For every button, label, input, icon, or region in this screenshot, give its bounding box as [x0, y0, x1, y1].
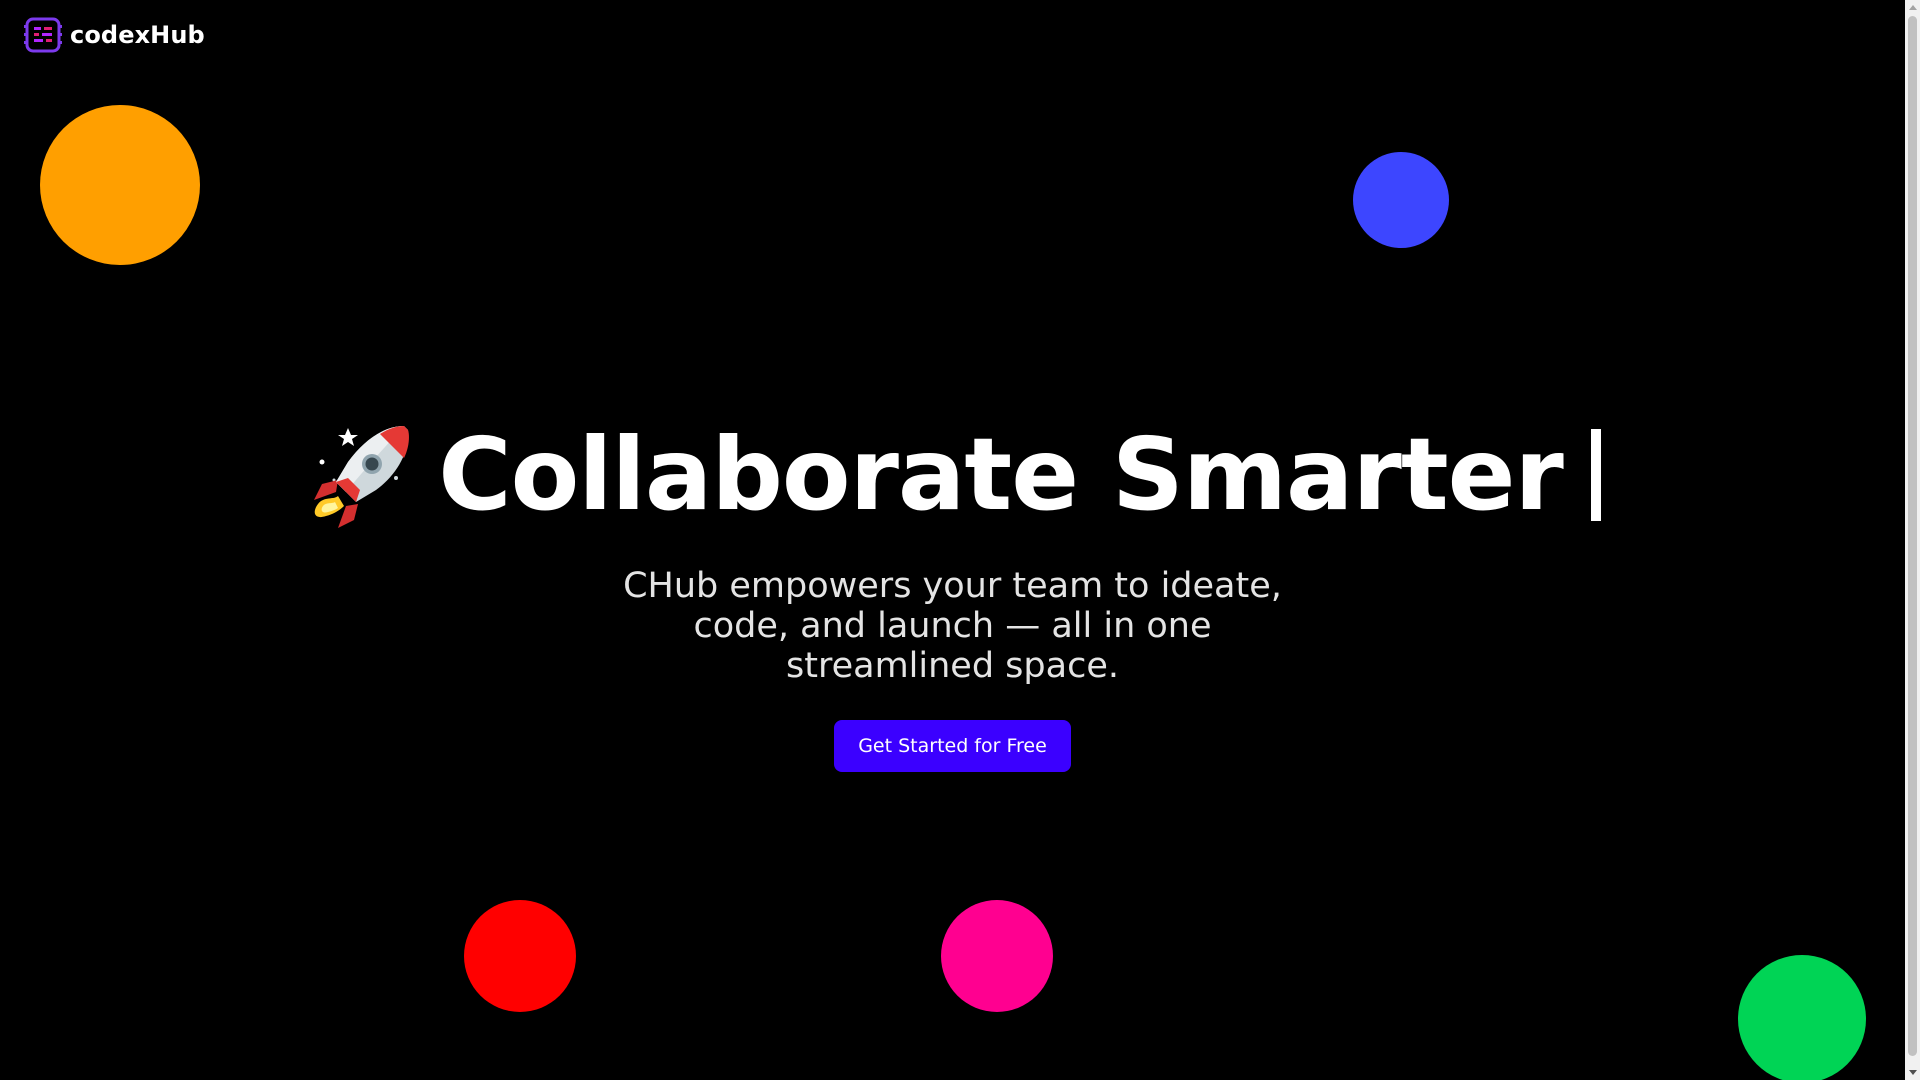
scroll-thumb[interactable] — [1908, 16, 1917, 1056]
brand-name: codexHub — [70, 21, 205, 49]
decorative-circle-pink — [941, 900, 1053, 1012]
brand[interactable]: codexHub — [24, 16, 205, 54]
get-started-button[interactable]: Get Started for Free — [834, 720, 1071, 772]
hero-subtext: CHub empowers your team to ideate, code,… — [623, 566, 1282, 686]
headline-text: Collaborate Smarter — [438, 416, 1564, 533]
rocket-icon — [314, 426, 410, 528]
hero-section: Collaborate Smarter CHub empowers your t… — [0, 420, 1905, 772]
scroll-up-icon[interactable] — [1909, 5, 1917, 10]
typing-cursor — [1590, 429, 1601, 521]
decorative-circle-orange — [40, 105, 200, 265]
decorative-circle-blue — [1353, 152, 1449, 248]
scroll-down-icon[interactable] — [1909, 1070, 1917, 1075]
landing-viewport: codexHub Collaborate Smarter CHub empowe… — [0, 0, 1905, 1080]
decorative-circle-red — [464, 900, 576, 1012]
decorative-circle-green — [1738, 955, 1866, 1080]
page: codexHub Collaborate Smarter CHub empowe… — [0, 0, 1920, 1080]
hero-headline: Collaborate Smarter — [304, 420, 1601, 530]
vertical-scrollbar[interactable] — [1905, 0, 1920, 1080]
codex-logo-icon — [24, 17, 62, 53]
